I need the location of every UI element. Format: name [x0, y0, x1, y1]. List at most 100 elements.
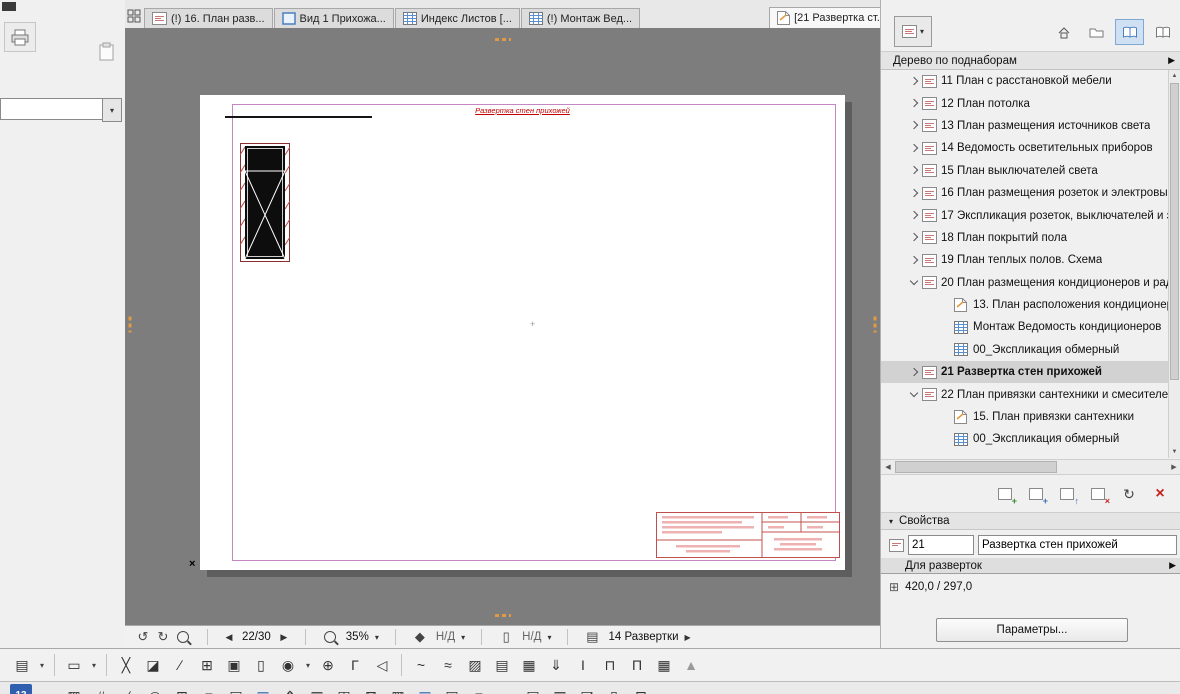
- combo-dropdown-icon[interactable]: ▾: [102, 98, 122, 122]
- cut-icon[interactable]: ╳: [114, 653, 138, 677]
- tree-vertical-scrollbar[interactable]: ▲ ▼: [1168, 70, 1180, 458]
- wave-icon[interactable]: ≈: [436, 653, 460, 677]
- tool-i-icon[interactable]: ▦: [251, 684, 275, 694]
- tab-overview-button[interactable]: [127, 5, 141, 27]
- layer-combination-icon[interactable]: ▯: [496, 628, 516, 646]
- prev-layout-icon[interactable]: ◀: [222, 628, 236, 646]
- tool-k-icon[interactable]: ▥: [305, 684, 329, 694]
- tree-item[interactable]: 12 План потолка: [881, 92, 1169, 114]
- pencil-icon[interactable]: ∕: [168, 653, 192, 677]
- duplicate-icon[interactable]: ⊞: [195, 653, 219, 677]
- frame-icon[interactable]: ▣: [222, 653, 246, 677]
- chevron-right-icon[interactable]: [907, 96, 922, 111]
- tool-f-icon[interactable]: ⊞: [170, 684, 194, 694]
- chevron-right-icon[interactable]: [907, 253, 922, 268]
- tool-b-icon[interactable]: ▨: [62, 684, 86, 694]
- subset-row[interactable]: Для разверток ▶: [881, 558, 1180, 574]
- subset-book-icon[interactable]: ▤: [582, 628, 602, 646]
- tool-u-icon[interactable]: ◪: [575, 684, 599, 694]
- door-elevation-drawing[interactable]: [240, 143, 290, 262]
- tree-item[interactable]: 16 План размещения розеток и электровыво: [881, 182, 1169, 204]
- hammer-icon[interactable]: Γ: [343, 653, 367, 677]
- title-block[interactable]: [656, 512, 840, 558]
- layout-name-field[interactable]: [978, 535, 1177, 555]
- story-badge[interactable]: 13: [10, 684, 32, 694]
- zoom-fit-icon[interactable]: [173, 628, 193, 646]
- tree-header[interactable]: Дерево по поднаборам ▶: [881, 51, 1180, 70]
- tool-q-icon[interactable]: ≡: [467, 684, 491, 694]
- insert-down-icon[interactable]: ⇓: [544, 653, 568, 677]
- announce-icon[interactable]: ◁: [370, 653, 394, 677]
- slab-icon[interactable]: ⊓: [598, 653, 622, 677]
- zoom-dropdown-icon[interactable]: ▾: [375, 633, 379, 642]
- tool-m-icon[interactable]: ⊠: [359, 684, 383, 694]
- tree-item[interactable]: 21 Развертка стен прихожей: [881, 361, 1169, 384]
- tool-d-icon[interactable]: ∕: [116, 684, 140, 694]
- forward-icon[interactable]: ↻: [153, 628, 173, 646]
- project-map-button[interactable]: [1082, 19, 1111, 45]
- update-drawing-button[interactable]: ↑: [1056, 484, 1079, 506]
- chevron-down-icon[interactable]: [907, 275, 922, 290]
- layout-canvas[interactable]: × Развертка стен прихожей +: [125, 28, 880, 625]
- tree-item[interactable]: 00_Экспликация обмерный: [881, 428, 1169, 450]
- tool-n-icon[interactable]: ▧: [386, 684, 410, 694]
- beam-icon[interactable]: Π: [625, 653, 649, 677]
- tab-item[interactable]: (!) 16. План разв...: [144, 8, 273, 28]
- book-icon[interactable]: ▤: [490, 653, 514, 677]
- tree-item[interactable]: 13 План размещения источников света: [881, 115, 1169, 137]
- spline-icon[interactable]: ~: [409, 653, 433, 677]
- tool-c-icon[interactable]: #: [89, 684, 113, 694]
- chevron-down-icon[interactable]: [907, 387, 922, 402]
- zoom-level[interactable]: 35%: [346, 631, 369, 643]
- layout-id-field[interactable]: [908, 535, 974, 555]
- next-layout-icon[interactable]: ▶: [277, 628, 291, 646]
- tool-s-icon[interactable]: ▤: [521, 684, 545, 694]
- tree-item[interactable]: Монтаж Ведомость кондиционеров: [881, 316, 1169, 338]
- back-icon[interactable]: ↺: [133, 628, 153, 646]
- schedule-icon[interactable]: ▦: [652, 653, 676, 677]
- publisher-button[interactable]: [1148, 19, 1177, 45]
- tree-item[interactable]: 11 План с расстановкой мебели: [881, 70, 1169, 92]
- pen-dropdown-icon[interactable]: ▾: [461, 633, 465, 642]
- tree-item[interactable]: 18 План покрытий пола: [881, 227, 1169, 249]
- tool-t-icon[interactable]: ▦: [548, 684, 572, 694]
- scroll-right-icon[interactable]: ▶: [1167, 463, 1180, 471]
- new-subset-button[interactable]: +: [1025, 484, 1048, 506]
- layer-combination-value[interactable]: Н/Д: [522, 631, 541, 643]
- tree-item[interactable]: 20 План размещения кондиционеров и радиа: [881, 272, 1169, 294]
- tree-item[interactable]: 17 Экспликация розеток, выключателей и э…: [881, 204, 1169, 226]
- pen-set-icon[interactable]: ◆: [410, 628, 430, 646]
- print-button[interactable]: [4, 22, 36, 52]
- camera-add-icon[interactable]: ⊕: [316, 653, 340, 677]
- chevron-right-icon[interactable]: [907, 230, 922, 245]
- tool-w-icon[interactable]: ⊟: [629, 684, 653, 694]
- tree-item[interactable]: 14 Ведомость осветительных приборов: [881, 137, 1169, 159]
- favorites-input[interactable]: [0, 98, 102, 120]
- scroll-down-icon[interactable]: ▼: [1169, 446, 1180, 458]
- chevron-right-icon[interactable]: [907, 118, 922, 133]
- drawing-manager-button[interactable]: ▾: [894, 16, 932, 47]
- tool-j-icon[interactable]: ⇑: [278, 684, 302, 694]
- properties-header[interactable]: ▾ Свойства: [881, 512, 1180, 530]
- layer-dropdown-icon[interactable]: ▾: [547, 633, 551, 642]
- roof-icon[interactable]: ▲: [679, 653, 703, 677]
- grid-icon[interactable]: ▦: [517, 653, 541, 677]
- tree-item[interactable]: 15. План привязки сантехники: [881, 406, 1169, 428]
- tree-item[interactable]: 13. План расположения кондиционеров: [881, 294, 1169, 316]
- tree-horizontal-scrollbar[interactable]: ◀ ▶: [881, 459, 1180, 475]
- tree-item[interactable]: 22 План привязки сантехники и смесителей: [881, 383, 1169, 405]
- new-layout-button[interactable]: +: [994, 484, 1017, 506]
- eraser-icon[interactable]: ◪: [141, 653, 165, 677]
- tool-e-icon[interactable]: ◉: [143, 684, 167, 694]
- dropdown-arrow-icon[interactable]: ▾: [303, 653, 313, 677]
- chevron-right-icon[interactable]: [907, 186, 922, 201]
- dropdown-arrow-icon[interactable]: ▾: [89, 653, 99, 677]
- tab-item[interactable]: (!) Монтаж Вед...: [520, 8, 641, 28]
- tree-item[interactable]: 19 План теплых полов. Схема: [881, 249, 1169, 271]
- tool-o-icon[interactable]: ▦: [413, 684, 437, 694]
- paste-button[interactable]: [92, 38, 122, 66]
- tool-p-icon[interactable]: ▣: [440, 684, 464, 694]
- dropdown-arrow-icon[interactable]: ▾: [37, 653, 47, 677]
- refresh-icon[interactable]: ↻: [1118, 484, 1140, 504]
- marquee-icon[interactable]: ▭: [62, 653, 86, 677]
